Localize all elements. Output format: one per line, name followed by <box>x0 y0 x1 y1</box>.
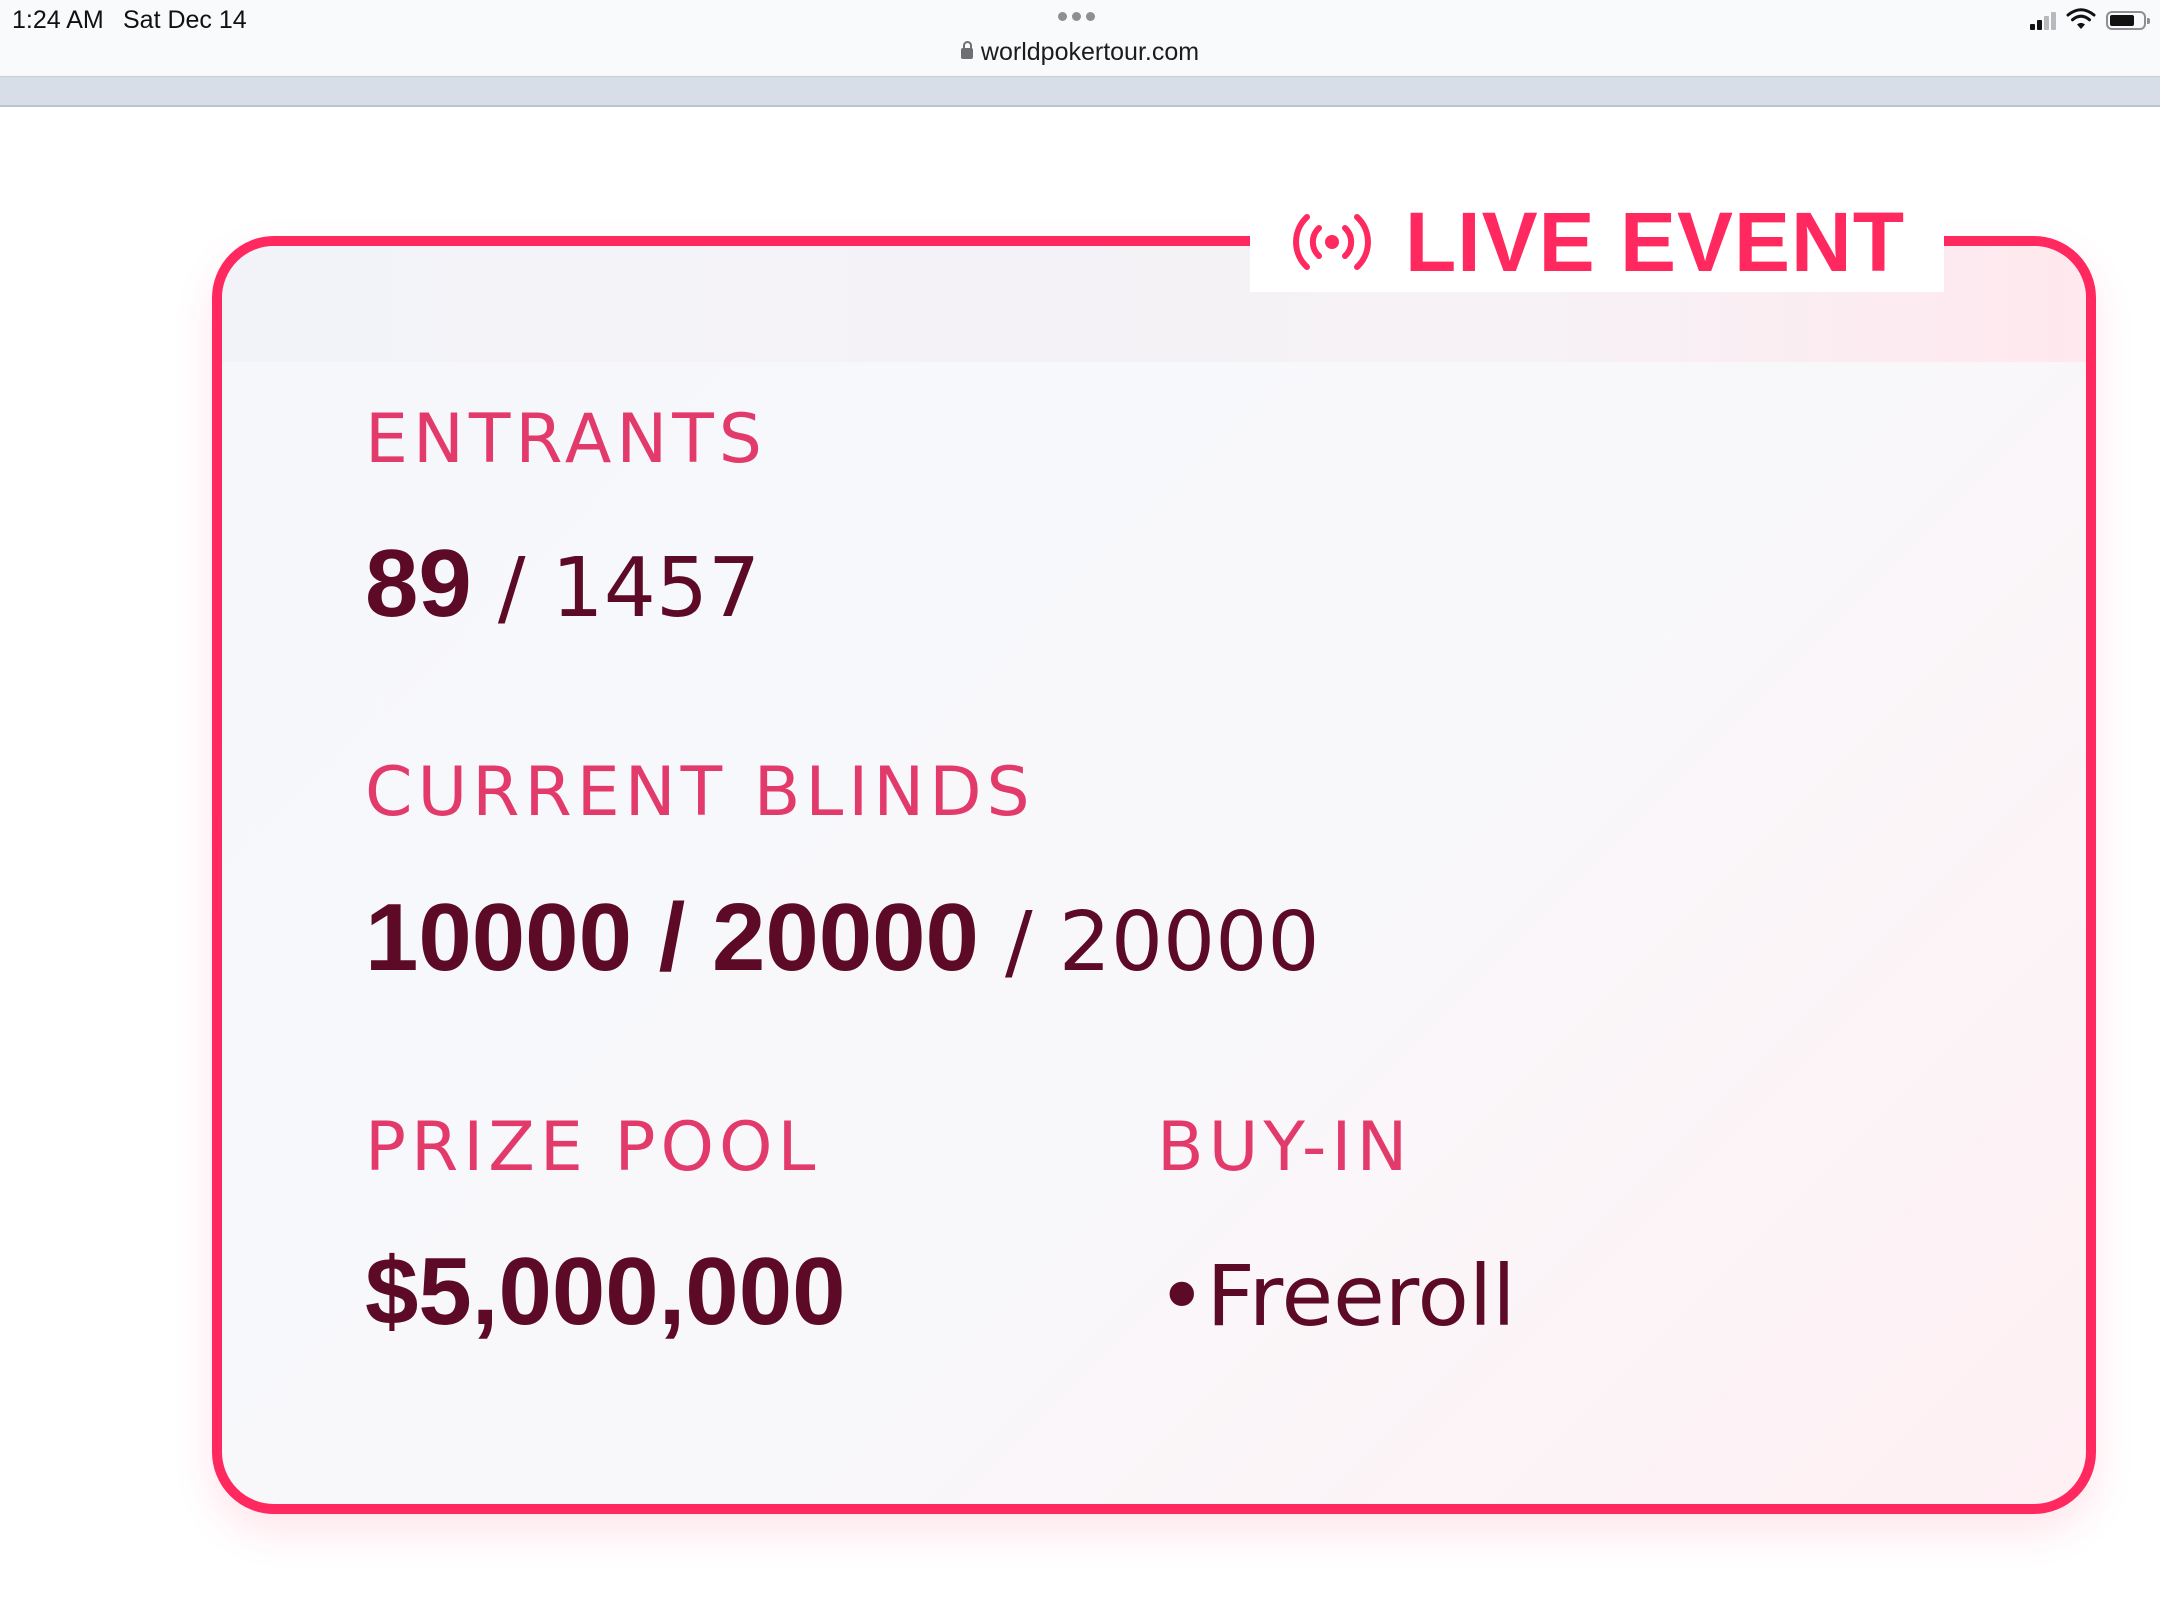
entrants-label: ENTRANTS <box>365 400 767 479</box>
blinds-ante: 20000 <box>1058 895 1320 990</box>
prize-pool-amount: $5,000,000 <box>365 1238 846 1345</box>
toolbar-divider <box>0 77 2160 107</box>
prize-pool-label: PRIZE POOL <box>365 1108 821 1187</box>
live-event-badge: LIVE EVENT <box>1250 192 1944 292</box>
current-blinds-label: CURRENT BLINDS <box>365 753 1035 832</box>
live-event-label: LIVE EVENT <box>1404 195 1906 289</box>
prize-pool-value: $5,000,000 <box>365 1244 845 1340</box>
status-indicators <box>2030 8 2150 30</box>
blinds-small-big: 10000 / 20000 <box>365 884 979 991</box>
lock-icon <box>960 41 973 59</box>
address-bar[interactable]: worldpokertour.com <box>0 38 2160 67</box>
entrants-value: 89 / 1457 <box>365 536 760 632</box>
buy-in-label: BUY-IN <box>1157 1108 1413 1187</box>
status-time: 1:24 AM <box>12 6 104 34</box>
multitasking-dots-icon[interactable] <box>1058 12 1095 21</box>
entrants-current: 89 <box>365 530 472 637</box>
blinds-separator: / <box>978 895 1059 990</box>
status-date: Sat Dec 14 <box>123 6 247 34</box>
wifi-icon <box>2066 8 2096 29</box>
cellular-signal-icon <box>2030 12 2056 30</box>
entrants-separator: / <box>471 541 552 636</box>
battery-icon <box>2106 11 2150 30</box>
buy-in-value: •Freeroll <box>1157 1254 1516 1338</box>
entrants-max: 1457 <box>551 541 761 636</box>
url-text: worldpokertour.com <box>980 38 1200 66</box>
browser-top-bar: 1:24 AM Sat Dec 14 worldpokertour.com <box>0 0 2160 77</box>
broadcast-icon <box>1292 214 1371 270</box>
current-blinds-value: 10000 / 20000 / 20000 <box>365 890 1320 986</box>
buy-in-amount: •Freeroll <box>1157 1247 1516 1345</box>
